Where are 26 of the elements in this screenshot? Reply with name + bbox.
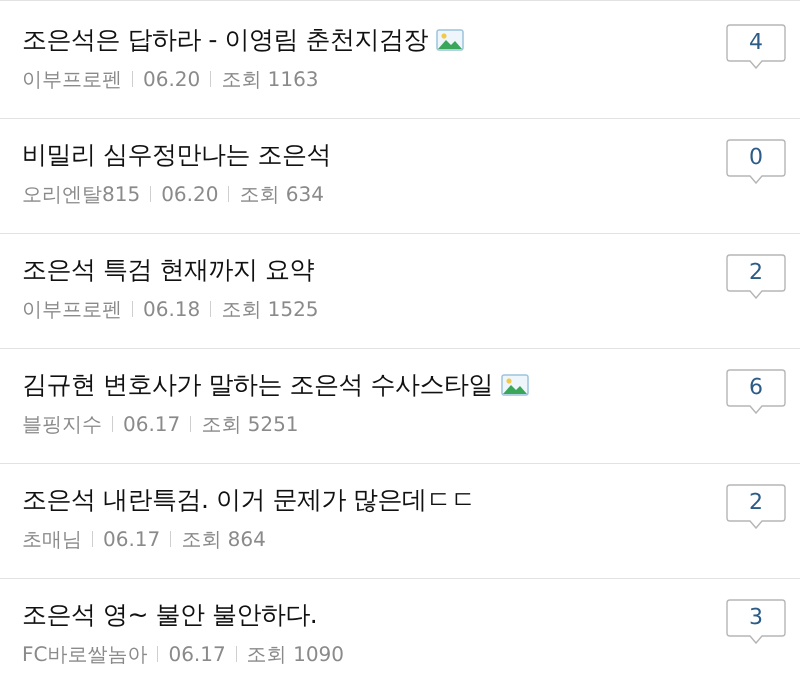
post-date: 06.18: [143, 296, 200, 323]
view-count: 조회 5251: [201, 411, 299, 438]
comment-count-badge[interactable]: 3: [726, 599, 786, 645]
post-title[interactable]: 조은석은 답하라 - 이영림 춘천지검장: [22, 22, 428, 58]
image-icon: [436, 29, 464, 51]
view-count: 조회 634: [239, 181, 324, 208]
post-title[interactable]: 비밀리 심우정만나는 조은석: [22, 137, 331, 173]
view-count: 조회 1090: [246, 641, 344, 668]
post-date: 06.17: [103, 526, 160, 553]
view-count: 조회 1525: [221, 296, 319, 323]
post-title[interactable]: 조은석 영~ 불안 불안하다.: [22, 597, 318, 633]
post-date: 06.20: [161, 181, 218, 208]
post-date: 06.20: [143, 66, 200, 93]
post-date: 06.17: [168, 641, 226, 668]
post-date: 06.17: [123, 411, 180, 438]
comment-count-badge[interactable]: 2: [726, 254, 786, 300]
comment-count-badge[interactable]: 2: [726, 484, 786, 530]
post-title[interactable]: 조은석 내란특검. 이거 문제가 많은데ㄷㄷ: [22, 482, 476, 518]
image-icon: [500, 374, 529, 396]
view-count: 조회 864: [181, 526, 266, 553]
view-count: 조회 1163: [221, 66, 319, 93]
comment-count-badge[interactable]: 0: [726, 139, 786, 185]
comment-count-badge[interactable]: 4: [726, 24, 786, 70]
post-title[interactable]: 김규현 변호사가 말하는 조은석 수사스타일: [22, 367, 493, 403]
comment-count-badge[interactable]: 6: [726, 369, 786, 415]
post-title[interactable]: 조은석 특검 현재까지 요약: [22, 252, 314, 288]
